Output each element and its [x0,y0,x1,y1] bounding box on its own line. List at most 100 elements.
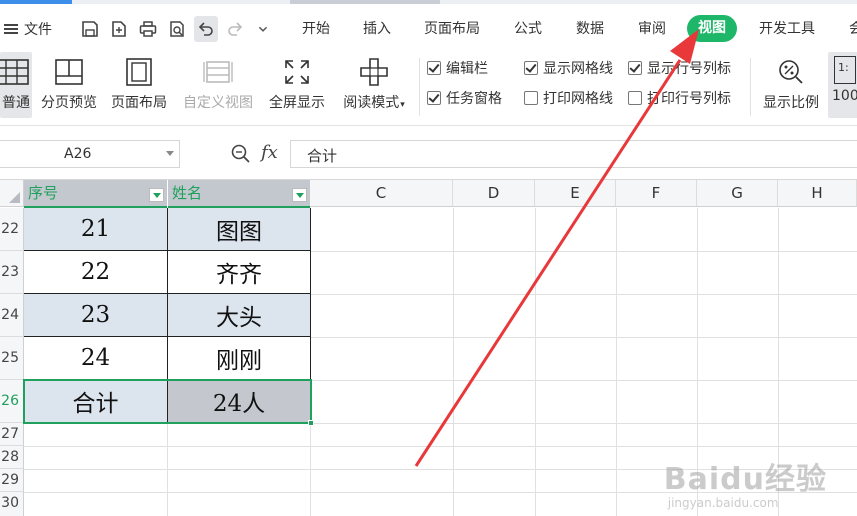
print-gridlines-toggle[interactable]: 打印网格线 [524,88,613,108]
custom-view-button[interactable]: 自定义视图 [180,52,256,118]
custom-view-label: 自定义视图 [183,95,253,111]
export-icon[interactable] [107,16,131,42]
formula-input[interactable]: 合计 [290,140,857,168]
table-cell-name[interactable]: 图图 [168,208,311,251]
fullscreen-button[interactable]: 全屏显示 [266,52,328,118]
name-box[interactable]: A26 [0,140,180,168]
formula-bar-toggle-label: 编辑栏 [446,61,488,77]
tab-data[interactable]: 数据 [576,18,604,40]
table-cell-name[interactable]: 刚刚 [168,337,311,380]
table-header-name[interactable]: 姓名 [168,180,310,208]
name-box-dropdown-icon[interactable] [166,151,174,156]
show-gridlines-label: 显示网格线 [543,61,613,77]
spreadsheet-window: 文件 开始 插入 页面布局 公式 数据 审阅 视图 开发工具 会 普通 分页预览… [0,0,857,516]
tab-overflow[interactable]: 会 [849,18,857,40]
filter-dropdown-icon[interactable] [149,188,164,202]
gridline [24,446,857,447]
column-header-h[interactable]: H [778,180,857,207]
tab-page-layout[interactable]: 页面布局 [424,18,480,40]
reading-mode-icon [360,58,388,86]
zoom-percent-icon [779,60,803,84]
show-headings-toggle[interactable]: 显示行号列标 [628,58,731,78]
task-pane-toggle[interactable]: 任务窗格 [427,88,502,108]
row-header-24[interactable]: 24 [0,294,24,337]
print-headings-label: 打印行号列标 [647,91,731,107]
table-cell-seq[interactable]: 21 [24,208,168,251]
row-header-28[interactable]: 28 [0,446,24,469]
undo-icon[interactable] [194,16,218,42]
file-menu-label: 文件 [24,22,52,38]
page-break-preview-button[interactable]: 分页预览 [38,52,100,118]
tab-view[interactable]: 视图 [687,15,737,42]
more-dropdown-icon[interactable] [254,16,272,42]
ribbon-divider [750,58,751,116]
reading-mode-label: 阅读模式▾ [343,95,405,111]
tab-formulas[interactable]: 公式 [514,18,542,40]
reading-mode-button[interactable]: 阅读模式▾ [337,52,411,118]
select-all-corner[interactable] [0,180,24,207]
row-header-25[interactable]: 25 [0,337,24,380]
column-header-c[interactable]: C [310,180,453,207]
table-header-seq-label: 序号 [28,184,59,202]
checkbox-checked [628,61,642,75]
print-gridlines-label: 打印网格线 [543,91,613,107]
search-formula-icon[interactable] [230,143,252,165]
page-layout-view-label: 页面布局 [111,95,167,111]
page-layout-view-icon [126,58,152,86]
table-cell-seq[interactable]: 23 [24,294,168,337]
tab-insert[interactable]: 插入 [363,18,391,40]
gridline [310,423,311,516]
save-icon[interactable] [78,16,102,42]
page-layout-view-button[interactable]: 页面布局 [108,52,170,118]
gridline [310,380,857,381]
table-cell-seq[interactable]: 22 [24,251,168,294]
table-cell-seq[interactable]: 24 [24,337,168,380]
print-headings-toggle[interactable]: 打印行号列标 [628,88,731,108]
gridline [310,423,857,424]
tab-start[interactable]: 开始 [302,18,330,40]
zoom-100-icon: 1: [834,56,856,84]
gridline [453,208,454,516]
column-header-d[interactable]: D [453,180,535,207]
column-header-e[interactable]: E [535,180,616,207]
file-menu[interactable]: 文件 [4,18,52,40]
gridline [535,208,536,516]
table-cell-name[interactable]: 大头 [168,294,311,337]
zoom-ratio-button[interactable]: 显示比例 [760,52,822,118]
normal-view-button[interactable]: 普通 [0,52,32,118]
show-headings-label: 显示行号列标 [647,61,731,77]
hamburger-icon [4,23,18,35]
row-header-22[interactable]: 22 [0,208,24,251]
print-preview-icon[interactable] [165,16,189,42]
column-header-g[interactable]: G [697,180,778,207]
zoom-100-button[interactable]: 1: 100 [828,52,857,118]
column-header-f[interactable]: F [616,180,697,207]
tab-developer[interactable]: 开发工具 [759,18,815,40]
fill-handle[interactable] [308,420,314,426]
redo-icon[interactable] [223,16,247,42]
show-gridlines-toggle[interactable]: 显示网格线 [524,58,613,78]
row-header-27[interactable]: 27 [0,423,24,446]
formula-bar-toggle[interactable]: 编辑栏 [427,58,488,78]
cell-reference: A26 [64,146,92,162]
menu-bar: 文件 开始 插入 页面布局 公式 数据 审阅 视图 开发工具 会 [0,4,857,50]
print-icon[interactable] [136,16,160,42]
tab-review[interactable]: 审阅 [638,18,666,40]
formula-content: 合计 [307,147,338,165]
row-header-23[interactable]: 23 [0,251,24,294]
table-header-seq[interactable]: 序号 [24,180,167,208]
page-break-preview-label: 分页预览 [41,95,97,111]
table-cell-name[interactable]: 齐齐 [168,251,311,294]
fullscreen-label: 全屏显示 [269,95,325,111]
row-header-29[interactable]: 29 [0,469,24,492]
gridline [167,423,168,516]
insert-function-button[interactable]: fx [261,142,278,163]
normal-view-label: 普通 [2,95,30,111]
total-value-cell[interactable]: 24人 [168,380,311,423]
view-ribbon: 普通 分页预览 页面布局 自定义视图 全屏显示 阅读模式▾ 编辑栏 任务窗格 显… [0,50,857,126]
total-label-cell[interactable]: 合计 [24,380,168,423]
checkbox-unchecked [524,91,538,105]
row-header-26[interactable]: 26 [0,380,24,423]
row-header-30[interactable]: 30 [0,492,24,516]
filter-dropdown-icon[interactable] [292,188,307,202]
